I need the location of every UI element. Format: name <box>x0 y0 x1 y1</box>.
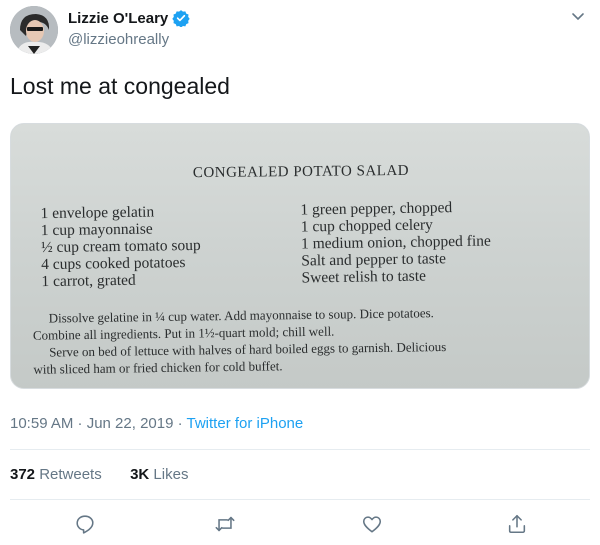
retweet-icon <box>215 516 235 532</box>
avatar[interactable] <box>10 6 58 54</box>
ingredient-item: 1 carrot, grated <box>41 271 136 291</box>
tweet-header: Lizzie O'Leary @lizzieohreally <box>0 0 600 62</box>
retweet-button[interactable] <box>214 513 238 537</box>
reply-icon <box>76 515 94 534</box>
recipe-directions: Dissolve gelatine in ¼ cup water. Add ma… <box>33 302 574 378</box>
divider <box>10 499 590 500</box>
retweets-stat[interactable]: 372 Retweets <box>10 466 102 483</box>
ingredients-right: 1 green pepper, chopped 1 cup chopped ce… <box>300 199 491 287</box>
like-icon <box>362 516 382 533</box>
recipe-page: CONGEALED POTATO SALAD 1 envelope gelati… <box>11 124 589 388</box>
divider <box>10 449 590 450</box>
author-display-name[interactable]: Lizzie O'Leary <box>68 10 168 27</box>
meta-separator: · <box>173 415 187 432</box>
like-button[interactable] <box>361 513 385 537</box>
tweet-meta: 10:59 AM · Jun 22, 2019 · Twitter for iP… <box>10 415 303 432</box>
tweet-photo[interactable]: CONGEALED POTATO SALAD 1 envelope gelati… <box>10 123 590 389</box>
ingredients-left: 1 envelope gelatin 1 cup mayonnaise ½ cu… <box>40 203 201 291</box>
ingredient-item: 1 medium onion, chopped fine <box>300 232 491 253</box>
verified-badge-icon <box>172 10 190 27</box>
likes-label: Likes <box>149 466 189 483</box>
ingredient-item: 4 cups cooked potatoes <box>41 254 186 274</box>
likes-stat[interactable]: 3K Likes <box>130 466 188 483</box>
ingredient-item: Sweet relish to taste <box>301 267 427 287</box>
source-link[interactable]: Twitter for iPhone <box>187 415 304 432</box>
timestamp[interactable]: 10:59 AM · Jun 22, 2019 <box>10 415 173 432</box>
tweet-stats: 372 Retweets 3K Likes <box>10 466 188 483</box>
author-handle[interactable]: @lizzieohreally <box>68 31 169 48</box>
retweets-count: 372 <box>10 466 36 483</box>
chevron-down-icon[interactable] <box>570 8 586 24</box>
reply-button[interactable] <box>74 513 98 537</box>
retweets-label: Retweets <box>35 466 102 483</box>
likes-count: 3K <box>130 466 150 483</box>
tweet-text: Lost me at congealed <box>10 73 230 99</box>
share-icon <box>508 514 526 534</box>
recipe-title: CONGEALED POTATO SALAD <box>192 162 410 182</box>
share-button[interactable] <box>506 513 530 537</box>
